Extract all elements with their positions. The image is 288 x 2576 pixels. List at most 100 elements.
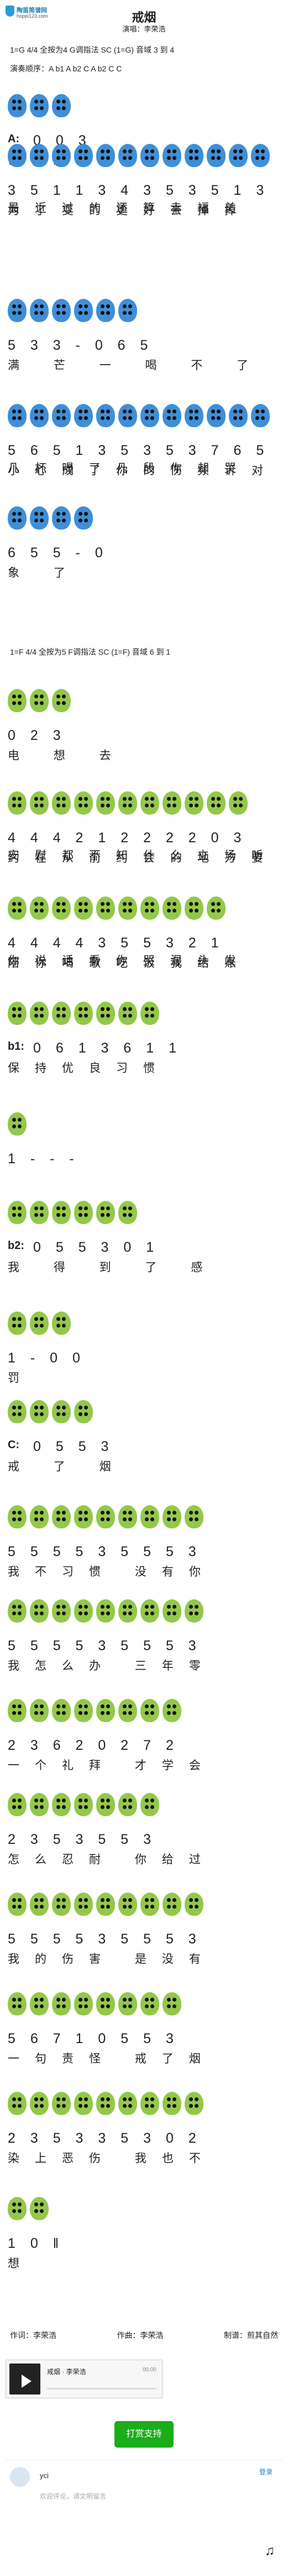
- finger-hole-icon: [78, 1511, 82, 1515]
- notation-line: 5 6 7 1 0 5 5 3: [8, 2031, 179, 2046]
- notation-line: 4 4 4 2 1 2 2 2 2 0 3: [8, 830, 247, 846]
- finger-hole-icon: [106, 1213, 110, 1217]
- finger-hole-icon: [12, 1711, 16, 1715]
- lyrics-line: 我 得 到 了 感: [8, 1261, 218, 1274]
- finger-hole-icon: [145, 797, 149, 801]
- finger-hole-icon: [18, 1704, 22, 1708]
- finger-hole-icon: [34, 2004, 38, 2008]
- progress-bar[interactable]: [47, 2388, 156, 2390]
- finger-hole-icon: [189, 2097, 193, 2101]
- lyrics-line: 我怎么办 三年零: [8, 1660, 216, 1672]
- finger-hole-icon: [123, 1898, 127, 1902]
- finger-hole-icon: [78, 1213, 82, 1217]
- finger-hole-icon: [167, 410, 171, 413]
- finger-hole-icon: [40, 2004, 44, 2008]
- finger-hole-icon: [150, 2104, 154, 2108]
- finger-hole-icon: [84, 1898, 88, 1902]
- ocarina-fingering-icon: [163, 2092, 181, 2115]
- finger-hole-icon: [123, 2097, 127, 2101]
- finger-hole-icon: [12, 1517, 16, 1521]
- finger-hole-icon: [34, 1213, 38, 1217]
- finger-hole-icon: [195, 2104, 198, 2108]
- play-icon[interactable]: [22, 2375, 32, 2388]
- finger-hole-icon: [12, 1317, 16, 1321]
- finger-hole-icon: [195, 410, 198, 413]
- ocarina-fingering-icon: [118, 1793, 137, 1816]
- finger-hole-icon: [12, 156, 16, 160]
- ocarina-fingering-icon: [8, 1505, 27, 1528]
- ocarina-fingering-icon: [118, 144, 137, 167]
- finger-hole-icon: [106, 1517, 110, 1521]
- finger-hole-icon: [78, 1898, 82, 1902]
- album-cover[interactable]: [9, 2364, 40, 2394]
- ocarina-fingering-icon: [185, 144, 203, 167]
- finger-hole-icon: [106, 902, 110, 906]
- ocarina-fingering-icon: [96, 1002, 115, 1025]
- finger-hole-icon: [12, 902, 16, 906]
- comment-input[interactable]: 欢迎评论，请文明留言: [40, 2491, 275, 2558]
- finger-hole-icon: [217, 410, 221, 413]
- finger-hole-icon: [101, 311, 104, 315]
- finger-hole-icon: [189, 416, 193, 420]
- finger-hole-icon: [56, 519, 60, 522]
- finger-hole-icon: [78, 1014, 82, 1018]
- ocarina-fingering-icon: [163, 1699, 181, 1722]
- notation-line: 5 3 3 - 0 6 5: [8, 338, 154, 353]
- finger-hole-icon: [84, 1412, 88, 1416]
- finger-hole-icon: [56, 149, 60, 153]
- composer: 作曲：李荣浩: [117, 2331, 164, 2340]
- finger-hole-icon: [150, 1905, 154, 1909]
- finger-hole-icon: [12, 701, 16, 705]
- finger-hole-icon: [12, 410, 16, 413]
- ocarina-fingering-icon: [74, 791, 93, 815]
- finger-hole-icon: [123, 1704, 127, 1708]
- ocarina-fingering-icon: [52, 404, 71, 427]
- ocarina-fingering-icon: [163, 1893, 181, 1916]
- ocarina-fingering-icon: [140, 1699, 159, 1722]
- ocarina-fingering-icon: [30, 2197, 49, 2220]
- login-link[interactable]: 登录: [259, 2467, 273, 2476]
- lyrics-line: 我不习惯 没有你: [8, 1566, 216, 1578]
- finger-hole-icon: [167, 1511, 171, 1515]
- ocarina-fingering-icon: [30, 1992, 49, 2015]
- finger-hole-icon: [101, 2097, 104, 2101]
- finger-hole-icon: [12, 1213, 16, 1217]
- finger-hole-icon: [172, 2097, 176, 2101]
- finger-hole-icon: [18, 1998, 22, 2002]
- finger-hole-icon: [34, 512, 38, 516]
- finger-hole-icon: [78, 909, 82, 913]
- finger-hole-icon: [40, 1798, 44, 1802]
- finger-hole-icon: [128, 1905, 132, 1909]
- finger-hole-icon: [84, 2004, 88, 2008]
- ocarina-fingering-row: [8, 1002, 280, 1035]
- finger-hole-icon: [18, 519, 22, 522]
- ocarina-fingering-row: [8, 791, 280, 825]
- finger-hole-icon: [172, 1511, 176, 1515]
- finger-hole-icon: [172, 2004, 176, 2008]
- ocarina-fingering-icon: [74, 1893, 93, 1916]
- finger-hole-icon: [62, 902, 66, 906]
- ocarina-fingering-icon: [185, 404, 203, 427]
- finger-hole-icon: [56, 512, 60, 516]
- finger-hole-icon: [84, 1905, 88, 1909]
- ocarina-fingering-icon: [74, 896, 93, 920]
- lyrics-line: 几杯喝了几段你却哭: [8, 462, 252, 475]
- tip-button[interactable]: 打赏支持: [114, 2421, 174, 2448]
- finger-hole-icon: [167, 1704, 171, 1708]
- finger-hole-icon: [18, 1124, 22, 1128]
- finger-hole-icon: [78, 1805, 82, 1809]
- music-note-icon[interactable]: ♫: [265, 2543, 275, 2559]
- finger-hole-icon: [128, 2104, 132, 2108]
- finger-hole-icon: [12, 1798, 16, 1802]
- finger-hole-icon: [40, 106, 44, 110]
- finger-hole-icon: [56, 1905, 60, 1909]
- music-player[interactable]: 戒烟 · 李荣浩 00:00: [6, 2360, 163, 2398]
- finger-hole-icon: [34, 311, 38, 315]
- finger-hole-icon: [34, 410, 38, 413]
- finger-hole-icon: [56, 1517, 60, 1521]
- ocarina-fingering-icon: [74, 1400, 93, 1423]
- finger-hole-icon: [12, 2209, 16, 2213]
- ocarina-fingering-row: [8, 1793, 280, 1826]
- ocarina-fingering-icon: [96, 1599, 115, 1623]
- finger-hole-icon: [150, 1711, 154, 1715]
